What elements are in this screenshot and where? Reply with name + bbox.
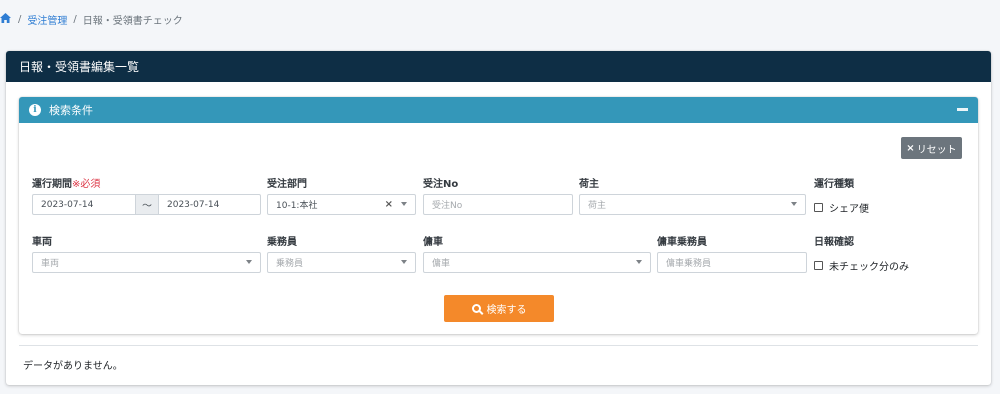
search-button-label: 検索する bbox=[486, 305, 527, 316]
order-no-input[interactable]: 受注No bbox=[423, 194, 573, 215]
charter-vehicle-select[interactable]: 傭車 bbox=[423, 252, 651, 273]
breadcrumb-separator: / bbox=[18, 13, 22, 25]
info-icon: i bbox=[29, 104, 41, 116]
shipper-label: 荷主 bbox=[579, 179, 599, 190]
share-delivery-checkbox-group[interactable]: シェア便 bbox=[814, 200, 869, 215]
empty-results-message: データがありません。 bbox=[23, 361, 123, 372]
charter-vehicle-select-placeholder: 傭車 bbox=[432, 259, 451, 269]
breadcrumb-separator: / bbox=[73, 13, 77, 25]
shipper-select-placeholder: 荷主 bbox=[588, 201, 607, 211]
share-delivery-checkbox-label: シェア便 bbox=[829, 204, 869, 215]
reset-button[interactable]: × リセット bbox=[901, 137, 962, 159]
divider bbox=[19, 345, 978, 346]
charter-vehicle-label: 傭車 bbox=[423, 237, 443, 248]
share-delivery-checkbox[interactable] bbox=[814, 203, 823, 212]
collapse-icon[interactable] bbox=[957, 108, 968, 111]
charter-crew-label: 傭車乗務員 bbox=[657, 237, 707, 248]
breadcrumb-current: 日報・受領書チェック bbox=[82, 15, 183, 27]
reset-button-label: リセット bbox=[916, 144, 957, 156]
search-conditions-header: i 検索条件 bbox=[19, 97, 978, 123]
report-check-label: 日報確認 bbox=[814, 237, 854, 248]
chevron-down-icon bbox=[401, 202, 407, 206]
home-icon[interactable] bbox=[0, 12, 12, 26]
period-range-separator: 〜 bbox=[136, 194, 158, 215]
department-select-value: 10-1:本社 bbox=[276, 201, 318, 211]
search-conditions-card: i 検索条件 × リセット 運行期間※必須 受注部門 受注No 荷主 運行種類 … bbox=[19, 97, 978, 334]
department-select[interactable]: 10-1:本社 × bbox=[267, 194, 416, 215]
vehicle-select[interactable]: 車両 bbox=[32, 252, 261, 273]
unchecked-only-checkbox[interactable] bbox=[814, 261, 823, 270]
crew-select[interactable]: 乗務員 bbox=[267, 252, 416, 273]
chevron-down-icon bbox=[791, 202, 797, 206]
breadcrumb-order-management[interactable]: 受注管理 bbox=[27, 12, 67, 27]
period-to-input[interactable]: 2023-07-14 bbox=[158, 194, 261, 215]
crew-select-placeholder: 乗務員 bbox=[276, 259, 304, 269]
order-no-label: 受注No bbox=[423, 179, 459, 190]
search-icon bbox=[471, 304, 481, 313]
period-label: 運行期間※必須 bbox=[32, 179, 101, 190]
search-conditions-title: 検索条件 bbox=[49, 104, 93, 117]
chevron-down-icon bbox=[401, 260, 407, 264]
crew-label: 乗務員 bbox=[267, 237, 297, 248]
charter-crew-input[interactable]: 傭車乗務員 bbox=[657, 252, 807, 273]
clear-icon[interactable]: × bbox=[385, 199, 393, 210]
vehicle-select-placeholder: 車両 bbox=[41, 259, 60, 269]
page-title: 日報・受領書編集一覧 bbox=[6, 51, 991, 82]
operation-type-label: 運行種類 bbox=[814, 179, 854, 190]
vehicle-label: 車両 bbox=[32, 237, 52, 248]
main-card: 日報・受領書編集一覧 i 検索条件 × リセット 運行期間※必須 受注部門 受注… bbox=[6, 51, 991, 385]
search-button[interactable]: 検索する bbox=[444, 295, 554, 322]
required-mark: ※必須 bbox=[72, 179, 101, 190]
period-from-input[interactable]: 2023-07-14 bbox=[32, 194, 136, 215]
chevron-down-icon bbox=[246, 260, 252, 264]
shipper-select[interactable]: 荷主 bbox=[579, 194, 806, 215]
unchecked-only-checkbox-group[interactable]: 未チェック分のみ bbox=[814, 258, 909, 273]
close-icon: × bbox=[906, 142, 915, 154]
breadcrumb: / 受注管理 / 日報・受領書チェック bbox=[0, 12, 183, 27]
department-label: 受注部門 bbox=[267, 179, 307, 190]
unchecked-only-checkbox-label: 未チェック分のみ bbox=[829, 262, 909, 273]
chevron-down-icon bbox=[636, 260, 642, 264]
